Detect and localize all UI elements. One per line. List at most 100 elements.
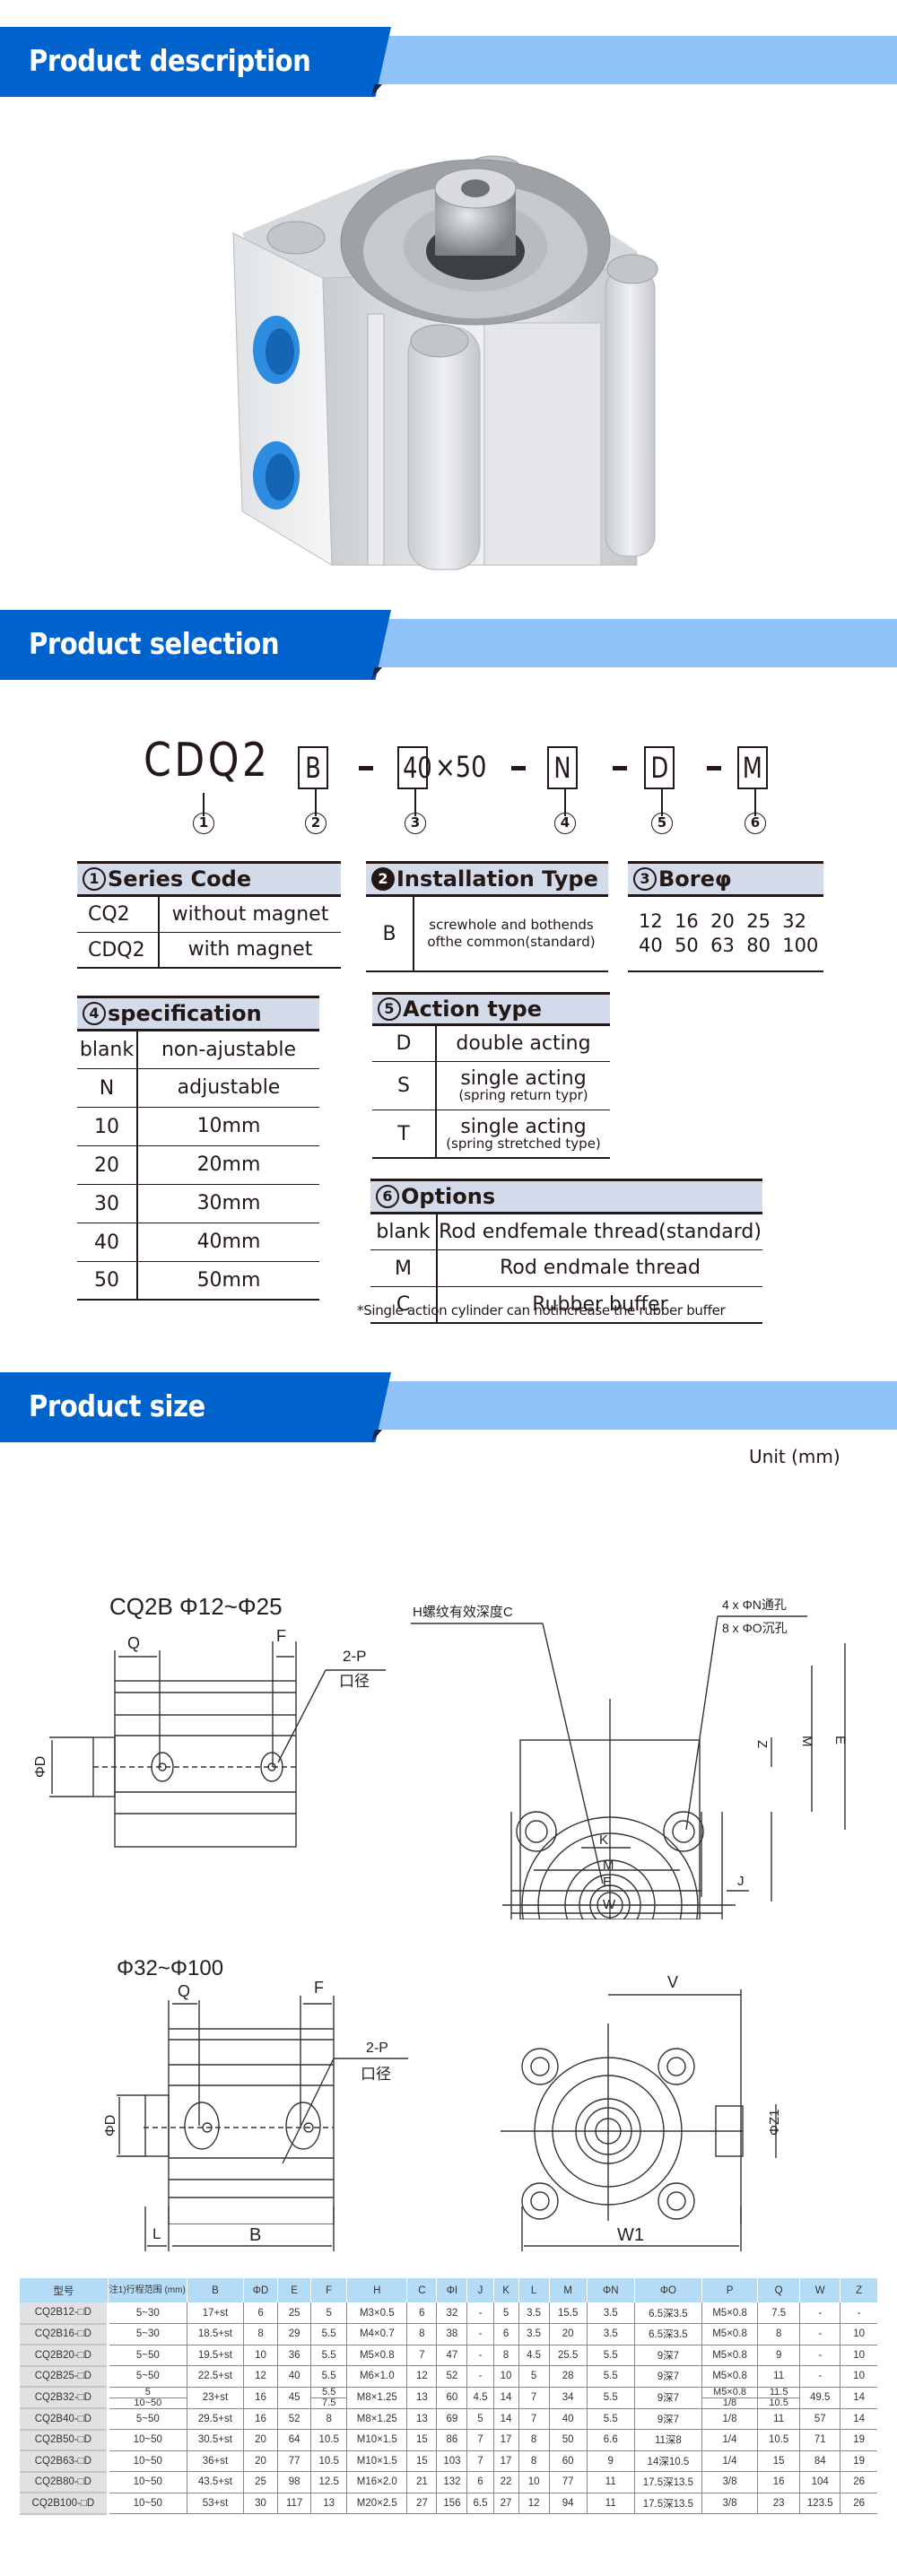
table-cell: 60 [549,2450,588,2472]
table-row: CQ2B100-□D 10~50 53+st 30 117 13 M20×2.5 27 156 6… [20,2493,877,2515]
svg-text:L: L [152,2225,161,2242]
table-cell: - [466,2345,494,2366]
table-cell: 36 [277,2345,312,2366]
table-cell: 6 [466,2471,494,2493]
table-row: M Rod endmale thread [370,1250,762,1287]
svg-text:F: F [276,1627,286,1645]
table-cell: 17 [493,2429,519,2451]
model-cell: CQ2B50-□D [20,2429,109,2451]
table-cell: M20×2.5 [346,2493,408,2514]
table-cell: M5×0.8 [701,2365,759,2388]
section-title: Product selection [29,626,280,661]
table-cell: - [466,2365,494,2388]
table-cell: - [799,2302,841,2324]
table-cell: - [466,2302,494,2324]
section-title: Product size [29,1388,205,1423]
table-cell: 36+st [187,2450,245,2472]
svg-text:8 x ΦO沉孔: 8 x ΦO沉孔 [722,1621,788,1635]
svg-text:J: J [737,1874,745,1889]
table-row: CQ2B20-□D 5~50 19.5+st 10 36 5.5 M5×0.8 7 47-8 4.… [20,2345,877,2367]
table-cell: 3.5 [518,2302,550,2324]
model-cell: CQ2B20-□D [20,2345,109,2367]
table-cell: 10.5 [310,2450,348,2472]
table-cell: 6.5深3.5 [634,2323,702,2345]
table-cell: 5 [310,2302,348,2324]
table-cell: 19.5+st [187,2345,245,2366]
table-cell: 5~50 [108,2345,187,2366]
table-cell: 14 [493,2408,519,2430]
table-cell: 3.5 [518,2323,550,2345]
marker-5: 5 [651,813,673,834]
table-row: blank non-ajustable [77,1031,319,1069]
separator-dash [511,766,526,770]
table-cell: 98 [277,2471,312,2493]
table-cell: 19 [840,2429,877,2451]
table-cell: 12 [406,2365,438,2388]
column-header: K [493,2278,519,2302]
table-cell: 103 [436,2450,468,2472]
table-cell: 94 [549,2493,588,2514]
table-cell: 5.5 [587,2387,635,2409]
table-cell: 13 [310,2493,348,2514]
table-cell: 15 [406,2450,438,2472]
table-cell: 5~50 [108,2365,187,2388]
table-cell: 5.5 [587,2345,635,2366]
table-cell: 8 [406,2323,438,2345]
table-cell: 23+st [187,2387,245,2409]
table-cell: 71 [799,2429,841,2451]
table-cell: 49.5 [799,2387,841,2409]
table-header-row: 型号 注1)行程范围 (mm) B ΦD E F H C ΦI J K L M ΦN ΦO P Q W Z [20,2278,877,2302]
table-cell: 22 [493,2471,519,2493]
drawing-small-bottom-dims: K M E W J [510,1812,749,1919]
table-cell: 8 [757,2323,801,2345]
table-row: CQ2 without magnet [77,897,341,933]
table-cell: 34 [549,2387,588,2409]
column-header: C [406,2278,438,2302]
column-header: ΦN [587,2278,635,2302]
table-cell: 30.5+st [187,2429,245,2451]
table-cell: 28 [549,2365,588,2388]
model-cell: CQ2B32-□D [20,2387,109,2409]
table-row: CQ2B40-□D 5~50 29.5+st 16 52 8 M8×1.25 13 69 5 14 7… [20,2408,877,2431]
product-image [232,155,658,570]
table-cell: 53+st [187,2493,245,2514]
table-cell: 5.5 [587,2365,635,2388]
table-cell: 10.5 [757,2429,801,2451]
table-cell: 6.5深3.5 [634,2302,702,2324]
table-cell: 7.5 [757,2302,801,2324]
table-cell: 10~50 [108,2450,187,2472]
table-cell: 57 [799,2408,841,2430]
svg-text:2-P: 2-P [366,2041,388,2056]
table-cell: 20 [243,2450,279,2472]
table-cell: 11 [757,2365,801,2388]
table-cell: 22.5+st [187,2365,245,2388]
table-row: CQ2B16-□D 5~30 18.5+st 8 29 5.5 M4×0.7 8 38-6 3.5… [20,2323,877,2345]
column-header: ΦO [634,2278,702,2302]
table-cell: 40 [549,2408,588,2430]
table-cell: 11 [587,2471,635,2493]
table-cell: 43.5+st [187,2471,245,2493]
table-cell: M8×1.25 [346,2408,408,2430]
drawing-title: CQ2B Φ12~Φ25 [109,1593,283,1620]
model-cell: CQ2B63-□D [20,2450,109,2473]
table-cell: 5.5 7.5 [310,2387,348,2409]
table-cell: 69 [436,2408,468,2430]
table-cell: 3.5 [587,2302,635,2324]
table-cell: M5×0.8 [701,2345,759,2366]
installation-type-table: 2 Installation Type B screwhole and both… [366,861,608,972]
table-cell: 3/8 [701,2471,759,2493]
table-row: CDQ2 with magnet [77,933,341,969]
table-cell: 15.5 [549,2302,588,2324]
table-cell: 9深7 [634,2345,702,2366]
table-row: CQ2B63-□D 10~50 36+st 20 77 10.5 M10×1.5 15 103 7… [20,2450,877,2473]
table-cell: 17.5深13.5 [634,2471,702,2493]
table-cell: 30 [243,2493,279,2514]
table-cell: 20 [243,2429,279,2451]
table-cell: 32 [436,2302,468,2324]
table-cell: 40 [277,2365,312,2388]
dimensions-table: 型号 注1)行程范围 (mm) B ΦD E F H C ΦI J K L M ΦN ΦO P Q W Z CQ2B… [20,2278,877,2515]
column-header: Z [840,2278,877,2302]
table-row: 10 10mm [77,1108,319,1146]
column-header: W [799,2278,841,2302]
bore-table: 3 Boreφ 12 16 20 25 32 40 50 63 80 100 [628,861,823,972]
